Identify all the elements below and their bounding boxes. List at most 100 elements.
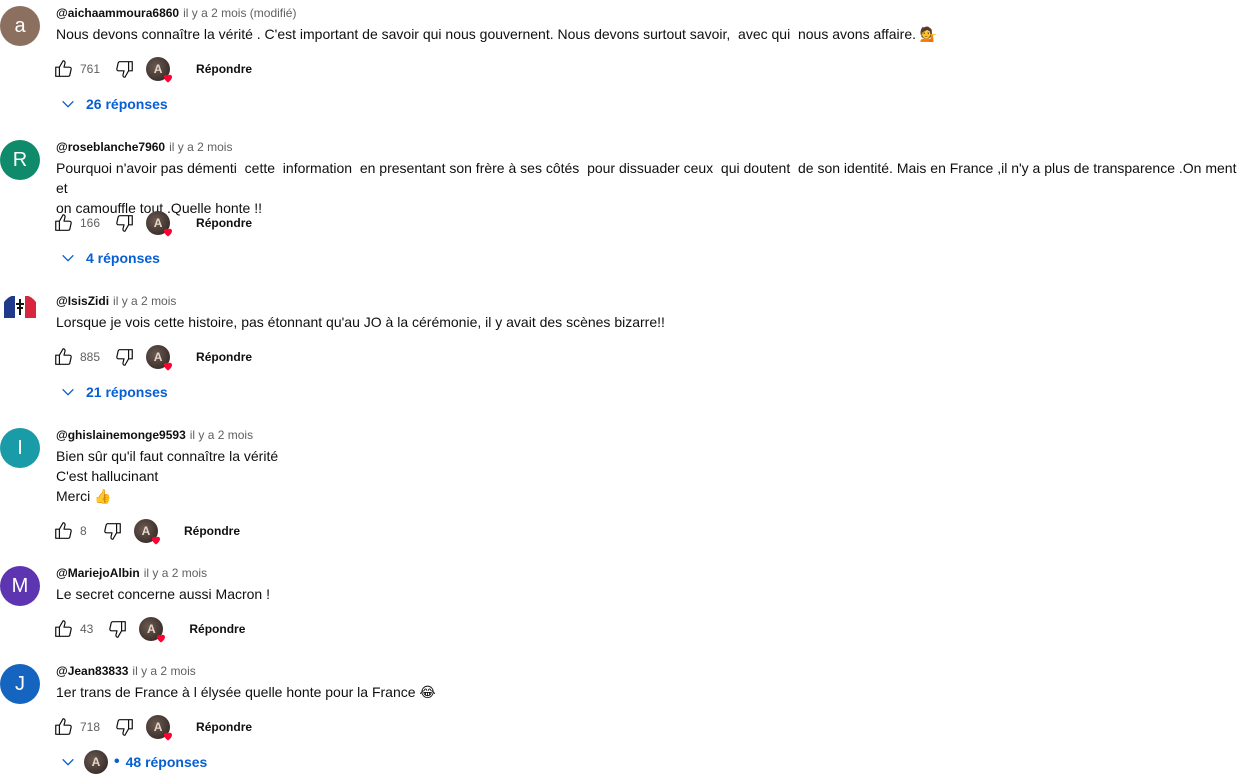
creator-heart-badge: A bbox=[146, 345, 173, 371]
dislike-button[interactable] bbox=[100, 519, 124, 543]
timestamp[interactable]: il y a 2 mois bbox=[190, 428, 253, 442]
timestamp[interactable]: il y a 2 mois bbox=[169, 140, 232, 154]
comment-header: @ghislainemonge9593 il y a 2 mois bbox=[56, 426, 253, 444]
replies-count-label: 48 réponses bbox=[125, 754, 208, 770]
timestamp[interactable]: il y a 2 mois bbox=[132, 664, 195, 678]
avatar[interactable]: a bbox=[0, 6, 40, 46]
thumbs-up-icon bbox=[55, 60, 72, 77]
chevron-down-icon bbox=[56, 380, 80, 404]
heart-icon bbox=[164, 362, 173, 371]
avatar-letter: I bbox=[17, 436, 23, 459]
dislike-button[interactable] bbox=[112, 211, 136, 235]
comment-toolbar: 885 A Répondre bbox=[52, 341, 252, 373]
thumbs-down-icon bbox=[109, 621, 127, 638]
comment-toolbar: 43 A Répondre bbox=[52, 613, 245, 645]
avatar[interactable]: I bbox=[0, 428, 40, 468]
thumbs-down-icon bbox=[104, 523, 121, 540]
like-button[interactable] bbox=[52, 345, 76, 369]
like-button[interactable] bbox=[52, 211, 76, 235]
reply-button[interactable]: Répondre bbox=[196, 720, 252, 734]
comment-header: @MariejoAlbin il y a 2 mois bbox=[56, 564, 207, 582]
comment-line: Nous devons connaître la vérité . C'est … bbox=[56, 26, 938, 42]
comment-toolbar: 8 A Répondre bbox=[52, 515, 240, 547]
comment-header: @roseblanche7960 il y a 2 mois bbox=[56, 138, 232, 156]
author-name[interactable]: @aichaammoura6860 bbox=[56, 6, 179, 20]
like-button[interactable] bbox=[52, 57, 76, 81]
comment-line: 1er trans de France à l élysée quelle ho… bbox=[56, 684, 436, 700]
separator-dot: • bbox=[114, 753, 120, 770]
chevron-down-icon bbox=[56, 92, 80, 116]
reply-button[interactable]: Répondre bbox=[196, 216, 252, 230]
creator-reply-avatar: A bbox=[84, 750, 108, 774]
creator-heart-badge: A bbox=[146, 211, 173, 237]
avatar[interactable]: M bbox=[0, 566, 40, 606]
dislike-button[interactable] bbox=[112, 345, 136, 369]
reply-button[interactable]: Répondre bbox=[196, 350, 252, 364]
creator-heart-badge: A bbox=[146, 715, 173, 741]
creator-heart-badge: A bbox=[146, 57, 173, 83]
replies-count-label: 26 réponses bbox=[86, 96, 168, 112]
chevron-down-icon bbox=[56, 246, 80, 270]
replies-count-label: 4 réponses bbox=[86, 250, 160, 266]
thumbs-up-icon bbox=[55, 522, 72, 539]
avatar-letter: J bbox=[15, 672, 25, 695]
comment-toolbar: 761 A Répondre bbox=[52, 53, 252, 85]
chevron-down-icon bbox=[56, 750, 80, 774]
author-name[interactable]: @IsisZidi bbox=[56, 294, 109, 308]
comment-text: Lorsque je vois cette histoire, pas éton… bbox=[56, 312, 1248, 332]
view-replies-button[interactable]: 4 réponses bbox=[56, 246, 160, 270]
like-button[interactable] bbox=[52, 617, 76, 641]
heart-icon bbox=[164, 732, 173, 741]
avatar-letter: R bbox=[12, 148, 28, 171]
heart-icon bbox=[164, 228, 173, 237]
like-button[interactable] bbox=[52, 519, 76, 543]
comment-header: @IsisZidi il y a 2 mois bbox=[56, 292, 176, 310]
reply-button[interactable]: Répondre bbox=[189, 622, 245, 636]
thumbs-down-icon bbox=[116, 61, 133, 78]
creator-avatar: A bbox=[84, 750, 108, 774]
comment-line: Merci 👍 bbox=[56, 488, 112, 504]
comment-text: 1er trans de France à l élysée quelle ho… bbox=[56, 682, 1248, 702]
avatar-letter: a bbox=[14, 14, 26, 37]
creator-heart-badge: A bbox=[134, 519, 160, 545]
author-name[interactable]: @ghislainemonge9593 bbox=[56, 428, 186, 442]
view-replies-button[interactable]: 26 réponses bbox=[56, 92, 168, 116]
timestamp[interactable]: il y a 2 mois bbox=[144, 566, 207, 580]
view-replies-button[interactable]: 21 réponses bbox=[56, 380, 168, 404]
like-count: 43 bbox=[80, 622, 94, 636]
dislike-button[interactable] bbox=[105, 617, 129, 641]
timestamp[interactable]: il y a 2 mois (modifié) bbox=[183, 6, 296, 20]
reply-button[interactable]: Répondre bbox=[184, 524, 240, 538]
comment-text: Nous devons connaître la vérité . C'est … bbox=[56, 24, 1248, 44]
view-replies-button[interactable]: A • 48 réponses bbox=[56, 750, 207, 774]
thumbs-up-icon bbox=[55, 718, 72, 735]
avatar[interactable] bbox=[0, 294, 40, 334]
thumbs-down-icon bbox=[116, 719, 133, 736]
comment-header: @Jean83833 il y a 2 mois bbox=[56, 662, 196, 680]
comment-line: Lorsque je vois cette histoire, pas éton… bbox=[56, 314, 665, 330]
comment-header: @aichaammoura6860 il y a 2 mois (modifié) bbox=[56, 4, 296, 22]
author-name[interactable]: @roseblanche7960 bbox=[56, 140, 165, 154]
like-count: 8 bbox=[80, 524, 87, 538]
comment-line: Le secret concerne aussi Macron ! bbox=[56, 586, 270, 602]
thumbs-up-icon bbox=[55, 214, 72, 231]
reply-button[interactable]: Répondre bbox=[196, 62, 252, 76]
avatar[interactable]: R bbox=[0, 140, 40, 180]
dislike-button[interactable] bbox=[112, 715, 136, 739]
heart-icon bbox=[157, 634, 166, 643]
comment-line: Pourquoi n'avoir pas démenti cette infor… bbox=[56, 160, 1241, 196]
like-button[interactable] bbox=[52, 715, 76, 739]
comment-line: Bien sûr qu'il faut connaître la vérité bbox=[56, 448, 279, 464]
author-name[interactable]: @Jean83833 bbox=[56, 664, 128, 678]
comment-toolbar: 718 A Répondre bbox=[52, 711, 252, 743]
replies-count-label: 21 réponses bbox=[86, 384, 168, 400]
avatar[interactable]: J bbox=[0, 664, 40, 704]
like-count: 761 bbox=[80, 62, 101, 76]
author-name[interactable]: @MariejoAlbin bbox=[56, 566, 140, 580]
dislike-button[interactable] bbox=[112, 57, 136, 81]
timestamp[interactable]: il y a 2 mois bbox=[113, 294, 176, 308]
comment-line: C'est hallucinant bbox=[56, 468, 159, 484]
comment-text: Le secret concerne aussi Macron ! bbox=[56, 584, 1248, 604]
avatar-letter: M bbox=[11, 574, 29, 597]
heart-icon bbox=[152, 536, 160, 545]
